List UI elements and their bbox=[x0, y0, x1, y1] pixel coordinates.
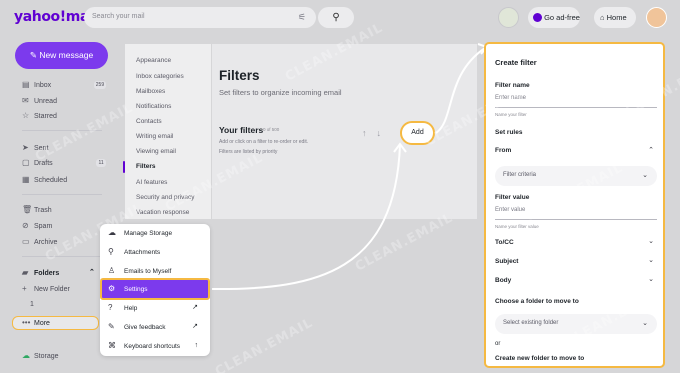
popup-item-emails-to-myself[interactable]: ♙ Emails to Myself bbox=[108, 264, 204, 278]
filter-criteria-select[interactable]: Filter criteria ⌄ bbox=[495, 166, 657, 186]
popup-item-keyboard-shortcuts[interactable]: ⌘ Keyboard shortcuts ↑ bbox=[108, 339, 204, 353]
filter-value-hint: Name your filter value bbox=[495, 224, 539, 229]
chevron-down-icon[interactable]: ⌄ bbox=[648, 275, 654, 283]
person-icon: ♙ bbox=[108, 266, 116, 275]
folder-select[interactable]: Select existing folder ⌄ bbox=[495, 314, 657, 334]
popup-item-give-feedback[interactable]: ✎ Give feedback ↗ bbox=[108, 320, 204, 334]
popup-item-label: Manage Storage bbox=[124, 230, 173, 237]
gear-icon: ⚙ bbox=[108, 284, 116, 293]
create-filter-title: Create filter bbox=[495, 58, 537, 67]
filter-value-underline bbox=[495, 219, 657, 220]
rule-body[interactable]: Body bbox=[495, 277, 511, 284]
popup-item-label: Help bbox=[124, 305, 138, 312]
feedback-icon: ✎ bbox=[108, 322, 115, 331]
filter-name-input[interactable]: Enter name bbox=[495, 95, 526, 101]
or-label: or bbox=[495, 341, 501, 347]
paperclip-icon: ⚲ bbox=[108, 247, 114, 256]
shortcut-arrow-icon: ↑ bbox=[194, 342, 199, 349]
popup-item-attachments[interactable]: ⚲ Attachments bbox=[108, 245, 204, 259]
chevron-down-icon: ⌄ bbox=[642, 172, 648, 179]
external-link-icon: ↗ bbox=[192, 323, 198, 330]
filter-criteria-value: Filter criteria bbox=[503, 172, 537, 178]
popup-item-label: Emails to Myself bbox=[124, 268, 172, 275]
popup-item-label: Attachments bbox=[124, 249, 161, 256]
set-rules-heading: Set rules bbox=[495, 129, 523, 136]
chevron-up-icon[interactable]: ⌃ bbox=[648, 146, 654, 154]
chevron-down-icon[interactable]: ⌄ bbox=[648, 237, 654, 245]
choose-folder-heading: Choose a folder to move to bbox=[495, 298, 579, 305]
rule-from[interactable]: From bbox=[495, 147, 511, 154]
keyboard-icon: ⌘ bbox=[108, 341, 116, 350]
filter-name-label: Filter name bbox=[495, 82, 530, 89]
chevron-down-icon[interactable]: ⌄ bbox=[648, 256, 654, 264]
filter-name-underline bbox=[495, 107, 657, 108]
popup-item-label: Keyboard shortcuts bbox=[124, 343, 181, 350]
popup-item-settings[interactable]: ⚙ Settings bbox=[108, 282, 204, 296]
external-link-icon: ↗ bbox=[192, 304, 198, 311]
folder-select-value: Select existing folder bbox=[503, 320, 559, 326]
cloud-icon: ☁ bbox=[108, 228, 116, 237]
chevron-down-icon: ⌄ bbox=[642, 320, 648, 327]
help-icon: ? bbox=[108, 303, 113, 312]
popup-item-help[interactable]: ? Help ↗ bbox=[108, 301, 204, 315]
filter-name-hint: Name your filter bbox=[495, 112, 527, 117]
popup-item-label: Give feedback bbox=[124, 324, 166, 331]
create-filter-panel: Create filter Filter name Enter name Nam… bbox=[484, 42, 665, 368]
rule-subject[interactable]: Subject bbox=[495, 258, 518, 265]
popup-item-manage-storage[interactable]: ☁ Manage Storage bbox=[108, 226, 204, 240]
filter-value-input[interactable]: Enter value bbox=[495, 207, 525, 213]
popup-item-label: Settings bbox=[124, 286, 148, 293]
filter-value-label: Filter value bbox=[495, 194, 530, 201]
rule-to-cc[interactable]: To/CC bbox=[495, 239, 514, 246]
create-new-folder-heading: Create new folder to move to bbox=[495, 355, 585, 362]
